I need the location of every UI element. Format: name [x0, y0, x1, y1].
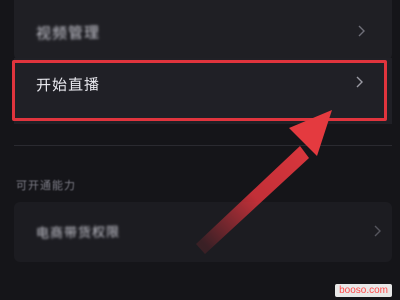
arrow-head: [289, 110, 332, 156]
pointer-arrow: [196, 110, 332, 254]
watermark: booso.com: [335, 284, 392, 297]
arrow-shaft: [196, 146, 309, 254]
